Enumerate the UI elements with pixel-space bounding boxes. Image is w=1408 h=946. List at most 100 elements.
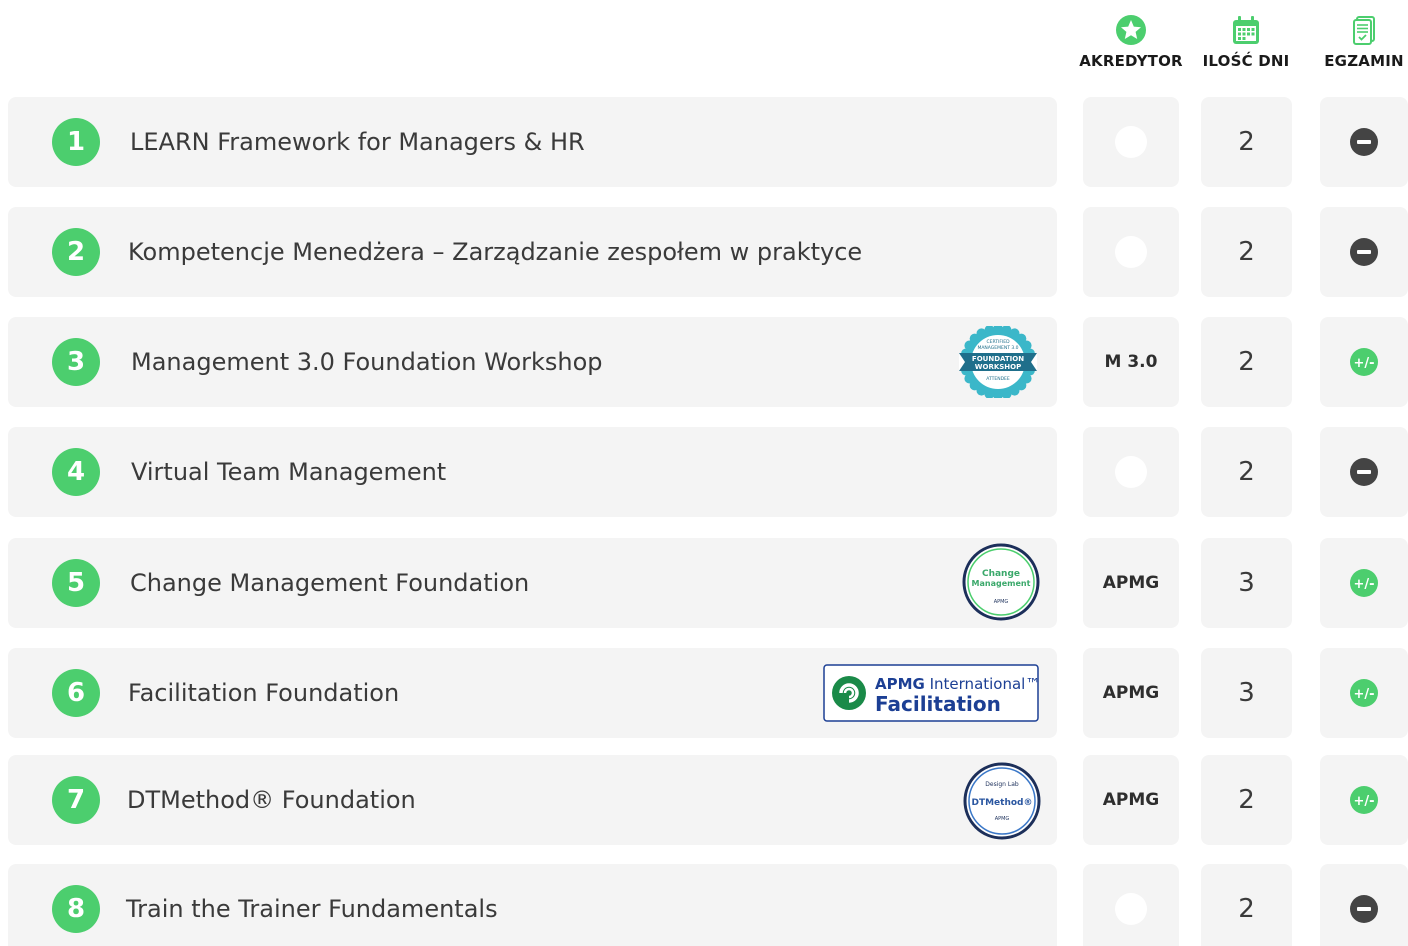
days-count: 3 <box>1238 568 1255 598</box>
course-row: 6 Facilitation Foundation APMG Internati… <box>0 648 1408 738</box>
svg-text:+/-: +/- <box>1353 356 1374 371</box>
course-card[interactable]: 6 Facilitation Foundation APMG Internati… <box>8 648 1057 738</box>
akredytor-cell <box>1083 864 1179 946</box>
svg-text:CERTIFIED: CERTIFIED <box>986 339 1010 345</box>
svg-text:APMG: APMG <box>994 599 1009 605</box>
svg-text:MANAGEMENT 3.0: MANAGEMENT 3.0 <box>977 345 1018 351</box>
empty-dot-icon <box>1115 236 1147 268</box>
svg-text:FOUNDATION: FOUNDATION <box>972 355 1024 363</box>
course-title[interactable]: Management 3.0 Foundation Workshop <box>131 317 603 407</box>
star-badge-icon <box>1116 15 1146 45</box>
course-card[interactable]: 5 Change Management Foundation Change Ma… <box>8 538 1057 628</box>
plus-minus-icon: +/- <box>1350 786 1378 814</box>
dni-cell: 2 <box>1201 207 1292 297</box>
row-number-badge: 4 <box>52 448 100 496</box>
akredytor-label: M 3.0 <box>1104 352 1158 372</box>
svg-text:DTMethod®: DTMethod® <box>971 798 1032 808</box>
course-title[interactable]: Change Management Foundation <box>130 538 529 628</box>
dni-cell: 3 <box>1201 648 1292 738</box>
egzamin-cell: +/- <box>1320 317 1408 407</box>
course-row: 3 Management 3.0 Foundation Workshop CER… <box>0 317 1408 407</box>
akredytor-cell: APMG <box>1083 538 1179 628</box>
column-header-dni: ILOŚĆ DNI <box>1186 14 1306 71</box>
course-title[interactable]: Facilitation Foundation <box>128 648 399 738</box>
plus-minus-icon: +/- <box>1350 679 1378 707</box>
row-number-badge: 8 <box>52 885 100 933</box>
svg-text:Management: Management <box>972 579 1031 588</box>
svg-text:Facilitation: Facilitation <box>875 692 1001 716</box>
dni-cell: 2 <box>1201 755 1292 845</box>
course-row: 5 Change Management Foundation Change Ma… <box>0 538 1408 628</box>
certification-badge: APMG International™ Facilitation <box>823 664 1040 727</box>
egzamin-cell <box>1320 427 1408 517</box>
row-number-badge: 7 <box>52 776 100 824</box>
row-number-badge: 2 <box>52 228 100 276</box>
column-header-egzamin: EGZAMIN <box>1304 14 1408 71</box>
column-header-label: AKREDYTOR <box>1079 52 1183 70</box>
course-row: 4 Virtual Team Management 2 <box>0 427 1408 517</box>
dni-cell: 2 <box>1201 317 1292 407</box>
days-count: 2 <box>1238 347 1255 377</box>
course-card[interactable]: 4 Virtual Team Management <box>8 427 1057 517</box>
egzamin-cell: +/- <box>1320 648 1408 738</box>
course-title[interactable]: LEARN Framework for Managers & HR <box>130 97 585 187</box>
course-card[interactable]: 2 Kompetencje Menedżera – Zarządzanie ze… <box>8 207 1057 297</box>
akredytor-cell: M 3.0 <box>1083 317 1179 407</box>
akredytor-label: APMG <box>1102 573 1160 593</box>
days-count: 2 <box>1238 457 1255 487</box>
minus-icon <box>1350 895 1378 923</box>
course-row: 2 Kompetencje Menedżera – Zarządzanie ze… <box>0 207 1408 297</box>
svg-text:ATTENDEE: ATTENDEE <box>986 376 1010 382</box>
dni-cell: 3 <box>1201 538 1292 628</box>
course-row: 1 LEARN Framework for Managers & HR 2 <box>0 97 1408 187</box>
row-number-badge: 6 <box>52 669 100 717</box>
certification-badge: Design Lab DTMethod® APMG <box>963 762 1041 845</box>
svg-text:Design Lab: Design Lab <box>985 781 1019 788</box>
course-card[interactable]: 1 LEARN Framework for Managers & HR <box>8 97 1057 187</box>
svg-text:WORKSHOP: WORKSHOP <box>975 363 1021 371</box>
course-row: 8 Train the Trainer Fundamentals 2 <box>0 864 1408 946</box>
akredytor-cell: APMG <box>1083 648 1179 738</box>
akredytor-label: APMG <box>1102 683 1160 703</box>
egzamin-cell: +/- <box>1320 755 1408 845</box>
empty-dot-icon <box>1115 893 1147 925</box>
dni-cell: 2 <box>1201 427 1292 517</box>
course-title[interactable]: Kompetencje Menedżera – Zarządzanie zesp… <box>128 207 862 297</box>
svg-text:Change: Change <box>982 569 1020 579</box>
certification-badge: CERTIFIED MANAGEMENT 3.0 FOUNDATION WORK… <box>959 324 1037 403</box>
minus-icon <box>1350 458 1378 486</box>
akredytor-cell <box>1083 427 1179 517</box>
days-count: 3 <box>1238 678 1255 708</box>
row-number-badge: 3 <box>52 338 100 386</box>
svg-text:APMG: APMG <box>995 816 1010 822</box>
course-title[interactable]: DTMethod® Foundation <box>127 755 416 845</box>
course-title[interactable]: Virtual Team Management <box>131 427 446 517</box>
column-header-label: EGZAMIN <box>1324 52 1404 70</box>
row-number-badge: 1 <box>52 118 100 166</box>
days-count: 2 <box>1238 237 1255 267</box>
days-count: 2 <box>1238 785 1255 815</box>
course-card[interactable]: 7 DTMethod® Foundation Design Lab DTMeth… <box>8 755 1057 845</box>
empty-dot-icon <box>1115 456 1147 488</box>
certification-badge: Change Management APMG <box>962 543 1040 626</box>
akredytor-cell: APMG <box>1083 755 1179 845</box>
plus-minus-icon: +/- <box>1350 348 1378 376</box>
svg-text:+/-: +/- <box>1353 794 1374 809</box>
column-header-akredytor: AKREDYTOR <box>1071 14 1191 71</box>
empty-dot-icon <box>1115 126 1147 158</box>
course-card[interactable]: 8 Train the Trainer Fundamentals <box>8 864 1057 946</box>
days-count: 2 <box>1238 127 1255 157</box>
plus-minus-icon: +/- <box>1350 569 1378 597</box>
akredytor-cell <box>1083 97 1179 187</box>
row-number-badge: 5 <box>52 559 100 607</box>
svg-text:+/-: +/- <box>1353 577 1374 592</box>
course-card[interactable]: 3 Management 3.0 Foundation Workshop CER… <box>8 317 1057 407</box>
course-title[interactable]: Train the Trainer Fundamentals <box>126 864 498 946</box>
days-count: 2 <box>1238 894 1255 924</box>
column-header-label: ILOŚĆ DNI <box>1202 52 1290 70</box>
exam-document-icon <box>1353 16 1375 45</box>
calendar-icon <box>1233 16 1259 44</box>
minus-icon <box>1350 238 1378 266</box>
egzamin-cell: +/- <box>1320 538 1408 628</box>
akredytor-label: APMG <box>1102 790 1160 810</box>
